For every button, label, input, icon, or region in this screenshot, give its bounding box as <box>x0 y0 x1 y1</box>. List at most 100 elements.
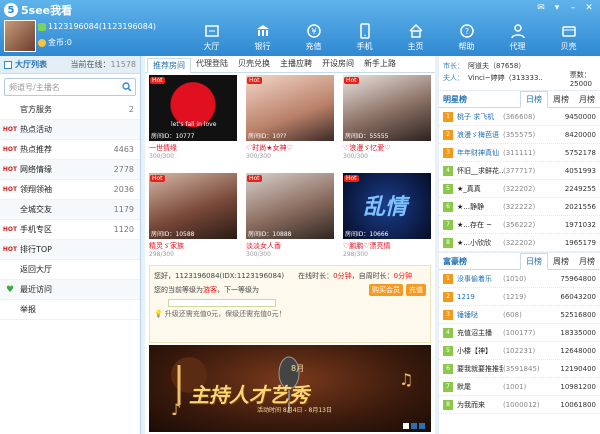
room-card[interactable]: Hot 房间ID：55555 ♡浪漫ゞ忆爱♡ 300/300 <box>343 75 431 167</box>
rank-row[interactable]: 1 没事偷着乐 (1010) 75964800 <box>439 270 600 288</box>
rank-name[interactable]: 锤锤哒 <box>457 310 503 320</box>
rich-tab-day[interactable]: 日榜 <box>520 253 548 270</box>
room-name[interactable]: 一世情缘 <box>149 143 237 153</box>
category-item[interactable]: 官方服务 2 <box>0 100 140 120</box>
rank-row[interactable]: 2 1219 (1219) 66043200 <box>439 288 600 306</box>
category-item[interactable]: HOT 领翔领袖 2036 <box>0 180 140 200</box>
center-tab[interactable]: 新手上路 <box>359 57 401 72</box>
room-card[interactable]: Hot 房间ID：10588 精灵ゞ家族 298/300 <box>149 173 237 265</box>
nav-hall[interactable]: 大厅 <box>186 20 237 54</box>
category-item[interactable]: 全城交友 1179 <box>0 200 140 220</box>
promo-banner[interactable]: ♪ ♫ 8月 主持人才艺秀 活动时间 8月4日 - 8月13日 <box>149 345 431 432</box>
room-card[interactable]: Hot 乱情 房间ID：10666 ♡鹏鹏♡漂亮情 298/300 <box>343 173 431 265</box>
room-name[interactable]: 精灵ゞ家族 <box>149 241 237 251</box>
search-icon[interactable] <box>119 79 135 95</box>
buy-vip-button[interactable]: 购买会员 <box>369 284 403 296</box>
rank-row[interactable]: 8 为我而来 (1000012) 10061800 <box>439 396 600 414</box>
room-name[interactable]: ♡鹏鹏♡漂亮情 <box>343 241 431 251</box>
banner-dot[interactable] <box>419 423 425 429</box>
rank-row[interactable]: 4 怀旧__求鲜花... (377717) 4051993 <box>439 162 600 180</box>
nav-help[interactable]: ? 帮助 <box>441 20 492 54</box>
stars-tab-week[interactable]: 周榜 <box>548 94 574 105</box>
rank-name[interactable]: ★...静静 <box>457 202 503 212</box>
rank-row[interactable]: 3 年年财神真仙 (311111) 5752178 <box>439 144 600 162</box>
rank-name[interactable]: 1219 <box>457 293 503 301</box>
rank-row[interactable]: 7 默尾 (1001) 10981200 <box>439 378 600 396</box>
room-card[interactable]: Hot 房间ID：10888 淡淡女人香 300/300 <box>246 173 334 265</box>
category-item[interactable]: HOT 网络情缘 2778 <box>0 160 140 180</box>
minimize-icon[interactable]: – <box>566 2 580 14</box>
search-input[interactable]: 频道号/主播名 <box>5 82 119 93</box>
category-item[interactable]: HOT 手机专区 1120 <box>0 220 140 240</box>
room-card[interactable]: Hot 房间ID：10?? ♡时尚★女神♡ 300/300 <box>246 75 334 167</box>
channel-search[interactable]: 频道号/主播名 <box>4 78 136 96</box>
hall-list-tab[interactable]: 大厅列表 <box>4 59 47 70</box>
rank-name[interactable]: 默尾 <box>457 382 503 392</box>
room-thumbnail[interactable]: Hot 房间ID：10?? <box>246 75 334 141</box>
rank-name[interactable]: 没事偷着乐 <box>457 274 503 284</box>
center-tab[interactable]: 代理登陆 <box>191 57 233 72</box>
category-item[interactable]: 举报 <box>0 300 140 320</box>
room-thumbnail[interactable]: Hot 乱情 房间ID：10666 <box>343 173 431 239</box>
rank-row[interactable]: 6 要我就要推推我 (3591845) 12190400 <box>439 360 600 378</box>
stars-tab-month[interactable]: 月榜 <box>574 94 600 105</box>
room-thumbnail[interactable]: Hot 房间ID：10588 <box>149 173 237 239</box>
close-icon[interactable]: ✕ <box>582 2 596 14</box>
rank-name[interactable]: ★...小欣欣 <box>457 238 503 248</box>
mayor-value[interactable]: 阿道夫（87658） <box>468 61 525 71</box>
category-item[interactable]: ♥ 最近访问 <box>0 280 140 300</box>
nav-home[interactable]: 主页 <box>390 20 441 54</box>
room-name[interactable]: 淡淡女人香 <box>246 241 334 251</box>
banner-dot[interactable] <box>403 423 409 429</box>
recharge-button[interactable]: 充值 <box>406 284 426 296</box>
nav-phone[interactable]: 手机 <box>339 20 390 54</box>
rank-row[interactable]: 3 锤锤哒 (608) 52516800 <box>439 306 600 324</box>
rank-row[interactable]: 5 ★_真真 (322202) 2249255 <box>439 180 600 198</box>
center-tab[interactable]: 开设房间 <box>317 57 359 72</box>
room-card[interactable]: Hot let's fall in love 房间ID：10777 一世情缘 300/3… <box>149 75 237 167</box>
rank-row[interactable]: 7 ★...存在 ~ (356222) 1971032 <box>439 216 600 234</box>
nav-bank[interactable]: 银行 <box>237 20 288 54</box>
rank-row[interactable]: 5 小楼【神】 (102231) 12648000 <box>439 342 600 360</box>
stars-tab-day[interactable]: 日榜 <box>520 91 548 108</box>
category-item[interactable]: HOT 排行TOP <box>0 240 140 260</box>
category-item[interactable]: 返回大厅 <box>0 260 140 280</box>
skin-icon[interactable]: ✉ <box>534 2 548 14</box>
nav-agent[interactable]: 代理 <box>492 20 543 54</box>
room-thumbnail[interactable]: Hot 房间ID：55555 <box>343 75 431 141</box>
room-name[interactable]: ♡浪漫ゞ忆爱♡ <box>343 143 431 153</box>
rank-row[interactable]: 4 充值沼主播 (100177) 18335000 <box>439 324 600 342</box>
rich-tab-week[interactable]: 周榜 <box>548 256 574 267</box>
avatar[interactable] <box>4 20 36 52</box>
menu-icon[interactable]: ▾ <box>550 2 564 14</box>
rank-row[interactable]: 2 浪漫ゞ梅芭语 (355575) 8420000 <box>439 126 600 144</box>
rank-name[interactable]: ★_真真 <box>457 184 503 194</box>
room-thumbnail[interactable]: Hot 房间ID：10888 <box>246 173 334 239</box>
rank-name[interactable]: 小楼【神】 <box>457 346 503 356</box>
category-item[interactable]: HOT 热点推荐 4463 <box>0 140 140 160</box>
rank-name[interactable]: 要我就要推推我 <box>457 364 503 374</box>
rank-row[interactable]: 1 桃子 求飞机 (366608) 9450000 <box>439 108 600 126</box>
nav-recharge[interactable]: ¥ 充值 <box>288 20 339 54</box>
rank-name[interactable]: 年年财神真仙 <box>457 148 503 158</box>
nav-shell[interactable]: 贝壳 <box>543 20 594 54</box>
rank-name[interactable]: 桃子 求飞机 <box>457 112 503 122</box>
center-tab[interactable]: 主播应聘 <box>275 57 317 72</box>
wife-value[interactable]: Vinci~婷婷（313333.. <box>468 73 543 83</box>
center-tab[interactable]: 推荐房间 <box>147 58 191 73</box>
rank-row[interactable]: 6 ★...静静 (322222) 2021556 <box>439 198 600 216</box>
banner-dot[interactable] <box>411 423 417 429</box>
category-item[interactable]: HOT 热点活动 <box>0 120 140 140</box>
room-thumbnail[interactable]: Hot let's fall in love 房间ID：10777 <box>149 75 237 141</box>
rank-name[interactable]: 为我而来 <box>457 400 503 410</box>
rank-name[interactable]: 充值沼主播 <box>457 328 503 338</box>
rank-name[interactable]: 浪漫ゞ梅芭语 <box>457 130 503 140</box>
rich-tab-month[interactable]: 月榜 <box>574 256 600 267</box>
online-time-value: 0分钟 <box>333 272 352 280</box>
rank-name[interactable]: 怀旧__求鲜花... <box>457 166 503 176</box>
center-tab[interactable]: 贝壳兑换 <box>233 57 275 72</box>
votes-label: 票数： <box>569 71 591 79</box>
room-name[interactable]: ♡时尚★女神♡ <box>246 143 334 153</box>
rank-name[interactable]: ★...存在 ~ <box>457 220 503 230</box>
rank-row[interactable]: 8 ★...小欣欣 (322202) 1965179 <box>439 234 600 252</box>
